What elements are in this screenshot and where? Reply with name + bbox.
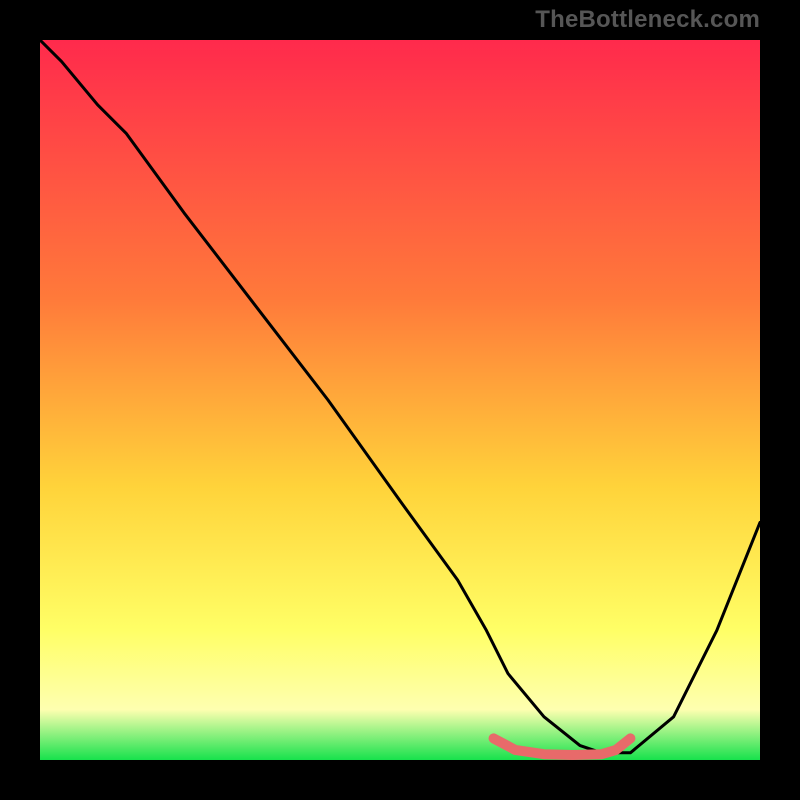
chart-svg: [40, 40, 760, 760]
watermark-text: TheBottleneck.com: [535, 6, 760, 34]
gradient-background: [40, 40, 760, 760]
chart-plot-area: [40, 40, 760, 760]
chart-frame: TheBottleneck.com: [0, 0, 800, 800]
